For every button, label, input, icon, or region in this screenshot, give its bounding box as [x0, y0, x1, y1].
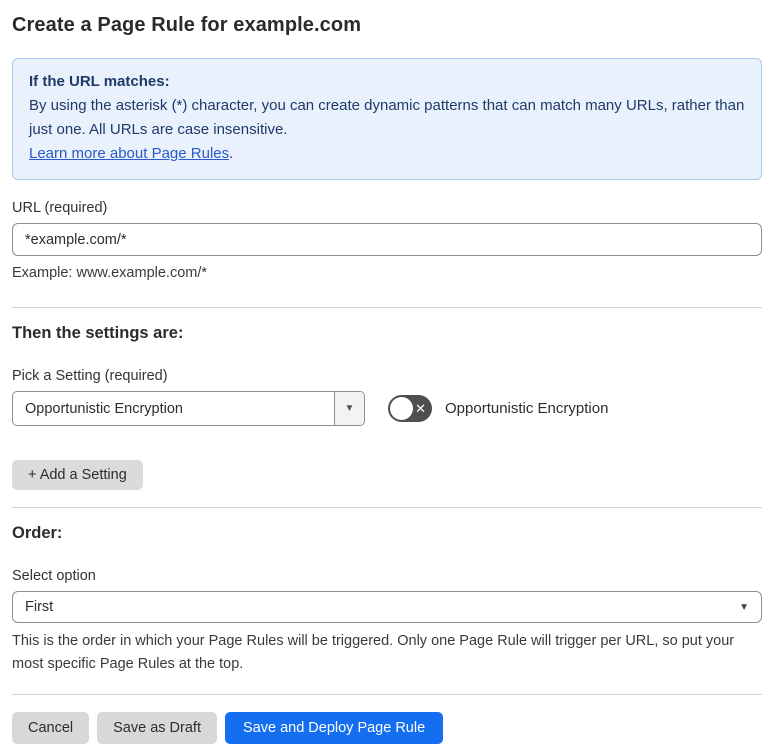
setting-row: Opportunistic Encryption ▼ ✕ Opportunist… [12, 391, 762, 426]
order-helper-text: This is the order in which your Page Rul… [12, 633, 735, 672]
info-box-body: By using the asterisk (*) character, you… [29, 97, 745, 138]
opportunistic-encryption-toggle[interactable]: ✕ [388, 395, 432, 422]
url-label: URL (required) [12, 200, 108, 216]
order-select-value: First [25, 599, 54, 615]
toggle-label: Opportunistic Encryption [445, 400, 609, 417]
select-option-label: Select option [12, 568, 96, 584]
settings-heading: Then the settings are: [12, 324, 184, 342]
info-box-heading: If the URL matches: [29, 73, 170, 90]
add-setting-button[interactable]: + Add a Setting [12, 460, 143, 490]
section-divider [12, 307, 762, 308]
info-box-link-line: Learn more about Page Rules. [29, 142, 745, 166]
chevron-down-icon: ▼ [739, 601, 749, 613]
url-example-helper: Example: www.example.com/* [12, 265, 208, 281]
url-input[interactable] [12, 223, 762, 256]
page-rule-form: Create a Page Rule for example.com If th… [0, 0, 775, 744]
order-select[interactable]: First ▼ [12, 591, 762, 623]
url-matches-info-box: If the URL matches: By using the asteris… [12, 58, 762, 180]
toggle-off-x-icon: ✕ [415, 400, 426, 416]
setting-dropdown-caret-button[interactable]: ▼ [334, 392, 364, 425]
chevron-down-icon: ▼ [344, 403, 355, 414]
link-suffix: . [229, 145, 234, 162]
page-title: Create a Page Rule for example.com [12, 14, 362, 36]
section-divider [12, 694, 762, 695]
toggle-knob [390, 397, 413, 420]
learn-more-link[interactable]: Learn more about Page Rules [29, 145, 229, 162]
setting-dropdown-value: Opportunistic Encryption [25, 400, 183, 417]
section-divider [12, 507, 762, 508]
pick-setting-label: Pick a Setting (required) [12, 368, 168, 384]
setting-dropdown[interactable]: Opportunistic Encryption ▼ [12, 391, 365, 426]
order-heading: Order: [12, 524, 63, 542]
